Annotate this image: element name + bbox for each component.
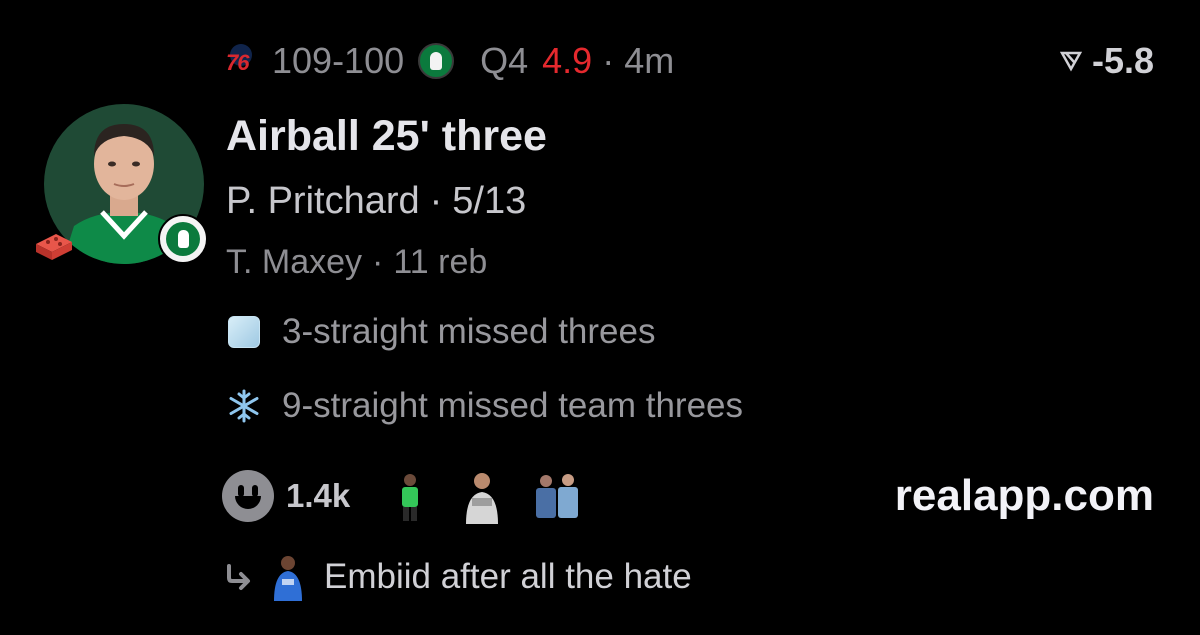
odds-line[interactable]: -5.8 — [1059, 38, 1154, 84]
player-stat: 5/13 — [452, 180, 527, 222]
celtics-logo-icon — [418, 43, 455, 79]
reply-sticker-player[interactable] — [268, 553, 308, 601]
brand-watermark: realapp.com — [894, 471, 1154, 520]
react-smiley-icon[interactable] — [222, 470, 274, 522]
separator-dot: · — [602, 40, 615, 81]
reply-arrow-icon — [227, 564, 250, 590]
primary-player-line[interactable]: P. Pritchard · 5/13 — [226, 176, 526, 226]
ice-cube-icon — [226, 314, 262, 350]
team-streak-note: 9-straight missed team threes — [226, 386, 743, 426]
team-streak-note-text: 9-straight missed team threes — [282, 386, 744, 425]
secondary-player-name[interactable]: T. Maxey — [226, 243, 362, 281]
separator-dot: · — [429, 180, 443, 222]
streak-note-text: 3-straight missed threes — [282, 312, 656, 351]
secondary-player-line[interactable]: T. Maxey · 11 reb — [226, 240, 487, 284]
post-age: 4m — [624, 40, 675, 81]
reactions-bar[interactable]: 1.4k — [222, 468, 604, 524]
player-name[interactable]: P. Pritchard — [226, 180, 420, 222]
sixers-logo-icon: 76 — [226, 44, 260, 78]
reaction-count: 1.4k — [286, 477, 351, 514]
brick-icon — [34, 232, 74, 267]
reply-thread[interactable]: Embiid after all the hate — [224, 552, 692, 602]
play-title: Airball 25' three — [226, 112, 547, 160]
odds-arrow-icon — [1059, 51, 1082, 72]
odds-value: -5.8 — [1091, 40, 1154, 81]
reaction-sticker-player[interactable] — [388, 468, 432, 524]
team-badge-icon — [158, 214, 208, 264]
reaction-sticker-group[interactable] — [532, 468, 579, 524]
period: Q4 — [480, 40, 529, 81]
game-header: 76 109-100 Q4 4.9 · 4m — [226, 38, 674, 84]
reply-text: Embiid after all the hate — [324, 557, 692, 596]
snowflake-icon — [226, 388, 262, 424]
score: 109-100 — [272, 40, 405, 81]
reaction-sticker-man[interactable] — [460, 468, 504, 524]
game-clock: 4.9 — [542, 40, 593, 81]
secondary-player-stat: 11 reb — [393, 243, 488, 281]
streak-note: 3-straight missed threes — [226, 312, 655, 352]
separator-dot: · — [372, 243, 384, 281]
